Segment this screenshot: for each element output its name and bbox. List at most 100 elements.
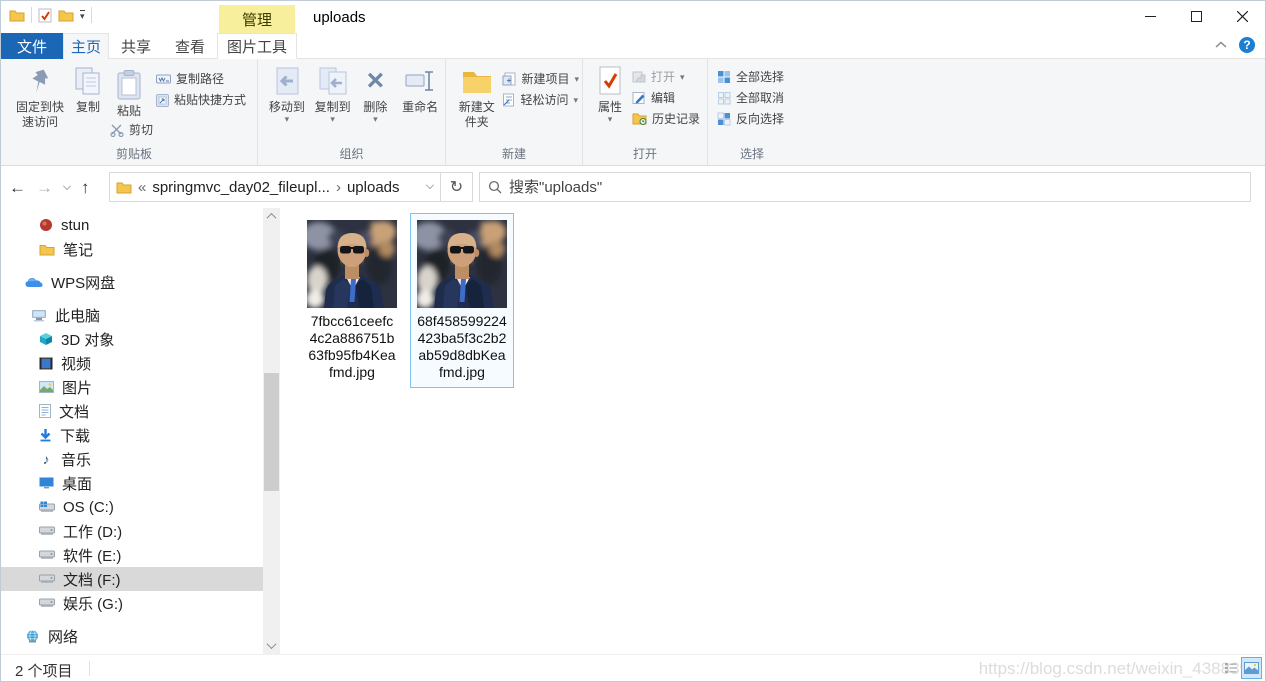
sidebar-item-3d-objects[interactable]: 3D 对象	[1, 327, 263, 351]
breadcrumb-leaf[interactable]: uploads	[347, 179, 400, 196]
rename-button[interactable]: 重命名	[395, 62, 445, 115]
address-bar[interactable]: « springmvc_day02_fileupl... › uploads	[109, 172, 441, 202]
history-button[interactable]: 历史记录	[629, 108, 703, 129]
collapse-ribbon-icon[interactable]	[1215, 41, 1227, 49]
invert-selection-button[interactable]: 反向选择	[714, 108, 787, 129]
tab-file[interactable]: 文件	[1, 33, 63, 59]
copy-button[interactable]: 复制	[69, 62, 107, 115]
qat-properties-icon[interactable]	[38, 8, 52, 23]
close-button[interactable]	[1219, 1, 1265, 31]
sidebar-item-drive-e[interactable]: 软件 (E:)	[1, 543, 263, 567]
sidebar-item-music[interactable]: ♪ 音乐	[1, 447, 263, 471]
sidebar-item-documents[interactable]: 文档	[1, 399, 263, 423]
help-icon[interactable]: ?	[1239, 37, 1255, 53]
file-tile-selected[interactable]: 68f458599224423ba5f3c2b2ab59d8dbKeafmd.j…	[410, 213, 514, 388]
video-icon	[39, 357, 53, 370]
sidebar-scrollbar[interactable]	[263, 208, 280, 654]
window-title: uploads	[313, 9, 366, 26]
sidebar-item-notes[interactable]: 笔记	[1, 237, 263, 261]
paste-icon	[112, 68, 146, 102]
breadcrumb-root[interactable]: springmvc_day02_fileupl...	[152, 179, 330, 196]
sidebar-item-pictures[interactable]: 图片	[1, 375, 263, 399]
sidebar-item-network[interactable]: 网络	[1, 624, 263, 648]
sidebar-item-drive-d[interactable]: 工作 (D:)	[1, 519, 263, 543]
open-icon	[632, 70, 646, 83]
tab-share[interactable]: 共享	[109, 33, 163, 59]
sidebar-item-drive-c[interactable]: OS (C:)	[1, 495, 263, 519]
sidebar-item-drive-g[interactable]: 娱乐 (G:)	[1, 591, 263, 615]
file-thumbnail-photo	[307, 220, 397, 308]
os-drive-icon	[39, 501, 55, 513]
select-none-button[interactable]: 全部取消	[714, 87, 787, 108]
scrollbar-thumb[interactable]	[264, 373, 279, 491]
watermark-text: https://blog.csdn.net/weixin_438839	[978, 659, 1249, 678]
maximize-button[interactable]	[1173, 1, 1219, 31]
details-view-button[interactable]	[1220, 657, 1241, 679]
tab-picture-tools[interactable]: 图片工具	[217, 33, 297, 59]
picture-icon	[39, 381, 54, 393]
explorer-folder-icon	[9, 8, 25, 22]
document-icon	[39, 404, 51, 418]
back-button[interactable]: ←	[9, 178, 26, 198]
forward-button[interactable]: →	[36, 178, 53, 198]
sidebar-item-this-pc[interactable]: 此电脑	[1, 303, 263, 327]
refresh-button[interactable]: ↻	[441, 172, 473, 202]
sidebar-item-desktop[interactable]: 桌面	[1, 471, 263, 495]
scroll-up-icon[interactable]	[263, 208, 280, 225]
manage-contextual-header[interactable]: 管理	[219, 5, 295, 33]
new-folder-button[interactable]: 新建文件夹	[454, 62, 499, 130]
move-to-icon	[270, 64, 304, 98]
drive-icon	[39, 574, 55, 584]
easy-access-icon	[502, 93, 515, 107]
select-all-button[interactable]: 全部选择	[714, 66, 787, 87]
main-area: stun 笔记 WPS网盘 此电脑 3D 对象 视频 图片 文档 下载 ♪ 音乐…	[1, 208, 1265, 654]
copy-to-button[interactable]: 复制到 ▾	[310, 62, 356, 124]
qat-newfolder-icon[interactable]	[58, 8, 74, 22]
pin-to-quick-access-button[interactable]: 固定到快速访问	[11, 62, 69, 130]
explorer-window: ▾ 管理 uploads 文件 主页 共享 查看 图片工具 ? 固定到快速访问	[0, 0, 1266, 682]
tab-view[interactable]: 查看	[163, 33, 217, 59]
group-caption-select: 选择	[739, 147, 764, 161]
status-bar: 2 个项目 https://blog.csdn.net/weixin_43883…	[1, 654, 1265, 681]
thumbnail-view-button[interactable]	[1241, 657, 1262, 679]
paste-shortcut-button[interactable]: 粘贴快捷方式	[153, 89, 249, 110]
dropdown-caret-icon: ▾	[607, 114, 613, 124]
easy-access-button[interactable]: 轻松访问 ▾	[499, 89, 582, 110]
cloud-icon	[25, 276, 43, 288]
minimize-button[interactable]	[1127, 1, 1173, 31]
group-caption-new: 新建	[501, 147, 526, 161]
cut-button[interactable]: 剪切	[107, 119, 153, 140]
sidebar-item-downloads[interactable]: 下载	[1, 423, 263, 447]
sidebar-item-stun[interactable]: stun	[1, 213, 263, 237]
recent-locations-chevron-icon[interactable]	[63, 182, 71, 190]
desktop-icon	[39, 477, 54, 489]
sidebar-item-videos[interactable]: 视频	[1, 351, 263, 375]
up-button[interactable]: ↑	[81, 178, 90, 198]
ribbon-group-clipboard: 固定到快速访问 复制 粘贴 剪切 复制路径 粘贴快捷方式 剪贴板	[11, 59, 258, 165]
paste-button[interactable]: 粘贴	[107, 66, 151, 119]
select-all-icon	[717, 70, 731, 84]
properties-button[interactable]: 属性 ▾	[591, 62, 629, 124]
search-input[interactable]	[509, 178, 1242, 196]
status-divider	[89, 661, 90, 676]
qat-customize-caret-icon[interactable]: ▾	[80, 10, 85, 21]
address-dropdown-chevron-icon[interactable]	[426, 181, 434, 189]
file-tile[interactable]: 7fbcc61ceefc4c2a886751b63fb95fb4Keafmd.j…	[300, 213, 404, 388]
sidebar-item-wps-cloud[interactable]: WPS网盘	[1, 270, 263, 294]
search-box[interactable]	[479, 172, 1251, 202]
new-item-button[interactable]: 新建项目 ▾	[499, 68, 582, 89]
sidebar-item-drive-f[interactable]: 文档 (F:)	[1, 567, 263, 591]
delete-button[interactable]: × 删除 ▾	[356, 62, 396, 124]
tab-home[interactable]: 主页	[63, 33, 109, 59]
dropdown-caret-icon: ▾	[573, 94, 578, 105]
rename-icon	[403, 64, 437, 98]
file-name: 68f458599224423ba5f3c2b2ab59d8dbKeafmd.j…	[417, 313, 507, 380]
edit-button[interactable]: 编辑	[629, 87, 703, 108]
copy-path-button[interactable]: 复制路径	[153, 68, 249, 89]
breadcrumb-separator: ›	[335, 178, 341, 196]
move-to-button[interactable]: 移动到 ▾	[264, 62, 310, 124]
open-button[interactable]: 打开 ▾	[629, 66, 703, 87]
navigation-pane: stun 笔记 WPS网盘 此电脑 3D 对象 视频 图片 文档 下载 ♪ 音乐…	[1, 208, 263, 654]
breadcrumb-overflow[interactable]: «	[138, 179, 146, 196]
scroll-down-icon[interactable]	[263, 637, 280, 654]
